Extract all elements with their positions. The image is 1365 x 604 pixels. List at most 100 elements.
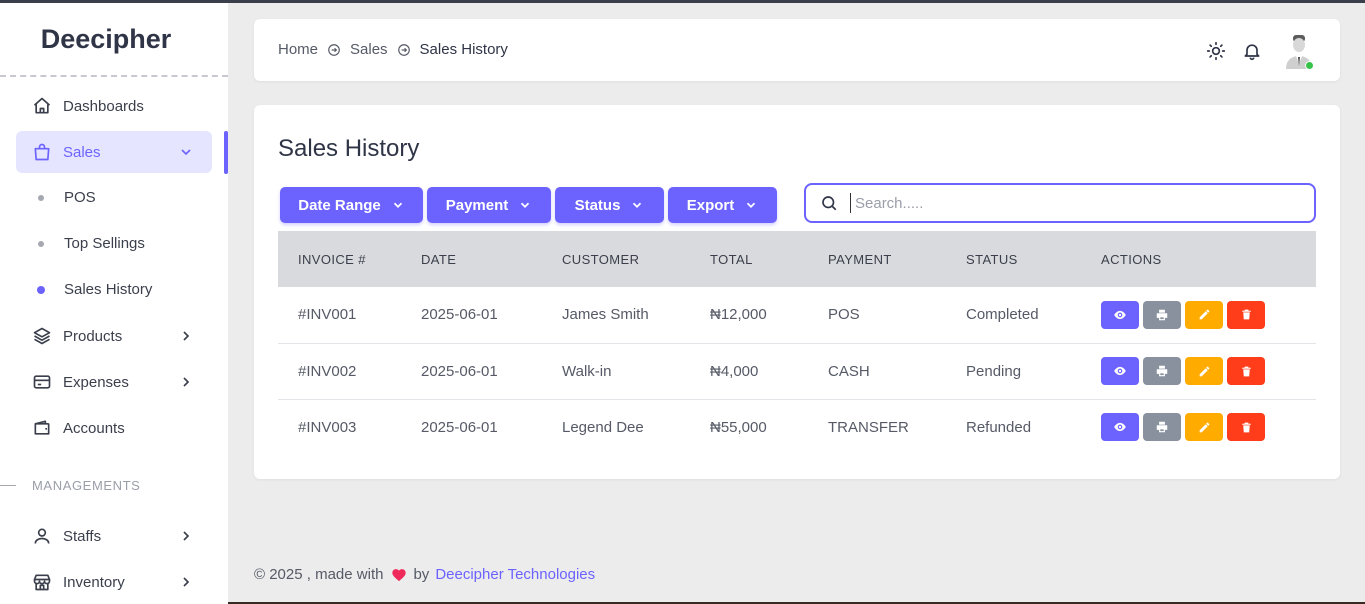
chevron-right-icon: [178, 574, 194, 590]
printer-icon: [1156, 365, 1168, 377]
cell-customer: Legend Dee: [562, 418, 644, 436]
delete-button[interactable]: [1227, 300, 1265, 329]
sub-item-dot: [38, 241, 44, 247]
col-actions: ACTIONS: [1101, 251, 1162, 267]
shopping-bag-icon: [32, 142, 52, 162]
user-icon: [32, 526, 52, 546]
brand-logo[interactable]: Deecipher: [0, 3, 228, 77]
sidebar-item-label: Dashboards: [63, 97, 144, 115]
printer-icon: [1156, 309, 1168, 320]
sidebar-item-dashboards[interactable]: Dashboards: [16, 85, 212, 127]
pencil-icon: [1199, 422, 1209, 433]
status-label: Status: [574, 196, 621, 214]
view-button[interactable]: [1101, 300, 1139, 329]
sidebar-item-label: Sales: [63, 143, 101, 161]
cell-date: 2025-06-01: [421, 418, 498, 436]
breadcrumb: Home Sales Sales History: [278, 41, 508, 58]
edit-button[interactable]: [1185, 357, 1223, 385]
chevron-right-icon: [178, 528, 194, 544]
col-invoice[interactable]: INVOICE #: [278, 231, 401, 287]
footer: © 2025 , made with by Deecipher Technolo…: [254, 566, 595, 583]
arrow-circle-right-icon: [397, 43, 411, 57]
chevron-down-icon: [178, 144, 194, 160]
sidebar-item-sales[interactable]: Sales: [16, 131, 212, 173]
export-dropdown[interactable]: Export: [668, 187, 777, 223]
cell-payment: CASH: [828, 362, 870, 380]
breadcrumb-home[interactable]: Home: [278, 41, 318, 58]
cell-total: ₦4,000: [710, 362, 759, 380]
sidebar-subitem-sales-history[interactable]: Sales History: [64, 281, 152, 298]
cell-date: 2025-06-01: [421, 362, 498, 380]
sun-icon[interactable]: [1206, 41, 1226, 61]
store-icon: [32, 572, 52, 592]
sidebar-subitem-top-sellings[interactable]: Top Sellings: [64, 235, 145, 252]
sidebar-item-expenses[interactable]: Expenses: [16, 361, 212, 403]
pencil-icon: [1199, 309, 1209, 320]
chevron-down-icon: [630, 198, 644, 212]
sidebar-item-label: Staffs: [63, 527, 102, 545]
print-button[interactable]: [1143, 357, 1181, 385]
payment-dropdown[interactable]: Payment: [427, 187, 551, 223]
trash-icon: [1241, 422, 1251, 433]
sidebar-item-label: Products: [63, 327, 123, 345]
print-button[interactable]: [1143, 413, 1181, 442]
breadcrumb-sales[interactable]: Sales: [350, 41, 388, 58]
delete-button[interactable]: [1227, 357, 1265, 385]
cell-total: ₦12,000: [710, 306, 767, 324]
breadcrumb-current: Sales History: [419, 41, 508, 58]
cell-invoice: #INV001: [298, 306, 357, 324]
pencil-icon: [1199, 366, 1209, 376]
col-customer[interactable]: CUSTOMER: [542, 231, 690, 287]
cell-payment: TRANSFER: [828, 418, 909, 436]
top-header: Home Sales Sales History: [254, 19, 1340, 81]
payment-label: Payment: [445, 196, 509, 214]
footer-copyright: © 2025 , made with: [254, 566, 384, 583]
section-label-managements: MANAGEMENTS: [32, 478, 141, 493]
col-status[interactable]: STATUS: [946, 231, 1081, 287]
printer-icon: [1156, 422, 1168, 433]
print-button[interactable]: [1143, 300, 1181, 329]
chevron-down-icon: [518, 198, 532, 212]
view-button[interactable]: [1101, 413, 1139, 442]
col-date[interactable]: DATE: [401, 231, 542, 287]
status-dropdown[interactable]: Status: [555, 187, 664, 223]
search-input[interactable]: [850, 193, 1290, 213]
table-header-row: INVOICE # DATE CUSTOMER TOTAL PAYMENT ST…: [278, 231, 1316, 287]
chevron-right-icon: [178, 328, 194, 344]
date-range-label: Date Range: [298, 196, 381, 214]
cell-status: Completed: [966, 306, 1039, 324]
table-row: #INV002 2025-06-01 Walk-in ₦4,000 CASH P…: [278, 343, 1316, 399]
sidebar-item-accounts[interactable]: Accounts: [16, 407, 212, 449]
trash-icon: [1241, 366, 1251, 376]
bell-icon[interactable]: [1242, 41, 1262, 61]
export-label: Export: [686, 196, 735, 214]
cell-invoice: #INV003: [298, 418, 357, 436]
trash-icon: [1241, 309, 1251, 320]
search-box: [804, 183, 1316, 223]
col-total[interactable]: TOTAL: [690, 231, 808, 287]
edit-button[interactable]: [1185, 413, 1223, 442]
cell-customer: James Smith: [562, 306, 649, 324]
sidebar-item-products[interactable]: Products: [16, 315, 212, 357]
sidebar-item-label: Expenses: [63, 373, 129, 391]
cell-payment: POS: [828, 306, 860, 324]
wallet-icon: [32, 418, 52, 438]
delete-button[interactable]: [1227, 413, 1265, 442]
date-range-dropdown[interactable]: Date Range: [280, 187, 423, 223]
eye-icon: [1114, 366, 1126, 376]
sidebar-subitem-pos[interactable]: POS: [64, 189, 96, 206]
heart-icon: [391, 567, 407, 582]
credit-card-icon: [32, 372, 52, 392]
sidebar-item-inventory[interactable]: Inventory: [16, 561, 212, 603]
home-icon: [32, 96, 52, 116]
view-button[interactable]: [1101, 357, 1139, 385]
eye-icon: [1114, 423, 1126, 432]
footer-company-link[interactable]: Deecipher Technologies: [435, 566, 595, 583]
cell-status: Pending: [966, 362, 1022, 380]
table-row: #INV001 2025-06-01 James Smith ₦12,000 P…: [278, 287, 1316, 343]
edit-button[interactable]: [1185, 300, 1223, 329]
cell-actions: [1081, 287, 1316, 343]
arrow-circle-right-icon: [327, 43, 341, 57]
sidebar-item-staffs[interactable]: Staffs: [16, 515, 212, 557]
col-payment[interactable]: PAYMENT: [808, 231, 946, 287]
